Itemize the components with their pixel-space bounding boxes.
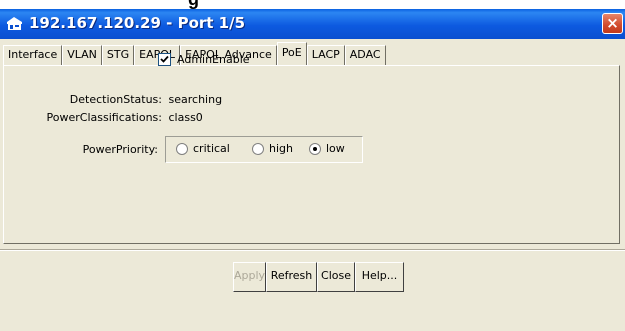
detection-status-label: DetectionStatus: bbox=[69, 93, 162, 106]
window-title: 192.167.120.29 - Port 1/5 bbox=[29, 14, 246, 32]
power-priority-radio-group: critical high low bbox=[165, 136, 363, 163]
tab-lacp[interactable]: LACP bbox=[306, 45, 345, 65]
radio-critical-label: critical bbox=[193, 142, 230, 155]
detection-status-value: searching bbox=[168, 93, 223, 106]
admin-enable-label: AdminEnable bbox=[177, 53, 250, 66]
app-icon bbox=[6, 16, 23, 31]
radio-high-label: high bbox=[269, 142, 293, 155]
help-button[interactable]: Help... bbox=[355, 262, 404, 292]
power-classifications-value: class0 bbox=[168, 111, 203, 124]
cropped-heading-text: g bbox=[188, 0, 199, 9]
tab-poe[interactable]: PoE bbox=[276, 42, 307, 65]
radio-high[interactable] bbox=[252, 142, 264, 155]
cropped-heading-strip: g bbox=[0, 0, 625, 9]
tab-adac[interactable]: ADAC bbox=[344, 45, 386, 65]
power-priority-label: PowerPriority: bbox=[82, 143, 158, 156]
close-icon: × bbox=[606, 14, 619, 32]
checkmark-icon bbox=[160, 55, 169, 63]
dialog-window: 192.167.120.29 - Port 1/5 × Interface VL… bbox=[0, 9, 625, 331]
power-classifications-label: PowerClassifications: bbox=[46, 111, 162, 124]
close-button[interactable]: Close bbox=[317, 262, 355, 292]
admin-enable-checkbox[interactable] bbox=[158, 53, 171, 66]
title-bar[interactable]: 192.167.120.29 - Port 1/5 × bbox=[0, 9, 625, 39]
apply-button[interactable]: Apply bbox=[233, 262, 266, 292]
radio-critical[interactable] bbox=[176, 142, 188, 155]
priority-option-low[interactable]: low bbox=[309, 142, 345, 155]
tab-stg[interactable]: STG bbox=[101, 45, 135, 65]
divider bbox=[0, 249, 625, 251]
tab-interface[interactable]: Interface bbox=[3, 45, 63, 65]
priority-option-high[interactable]: high bbox=[252, 142, 293, 155]
refresh-button[interactable]: Refresh bbox=[266, 262, 317, 292]
priority-option-critical[interactable]: critical bbox=[176, 142, 230, 155]
close-window-button[interactable]: × bbox=[602, 13, 623, 34]
tab-vlan[interactable]: VLAN bbox=[62, 45, 102, 65]
radio-low[interactable] bbox=[309, 142, 321, 155]
radio-low-label: low bbox=[326, 142, 345, 155]
